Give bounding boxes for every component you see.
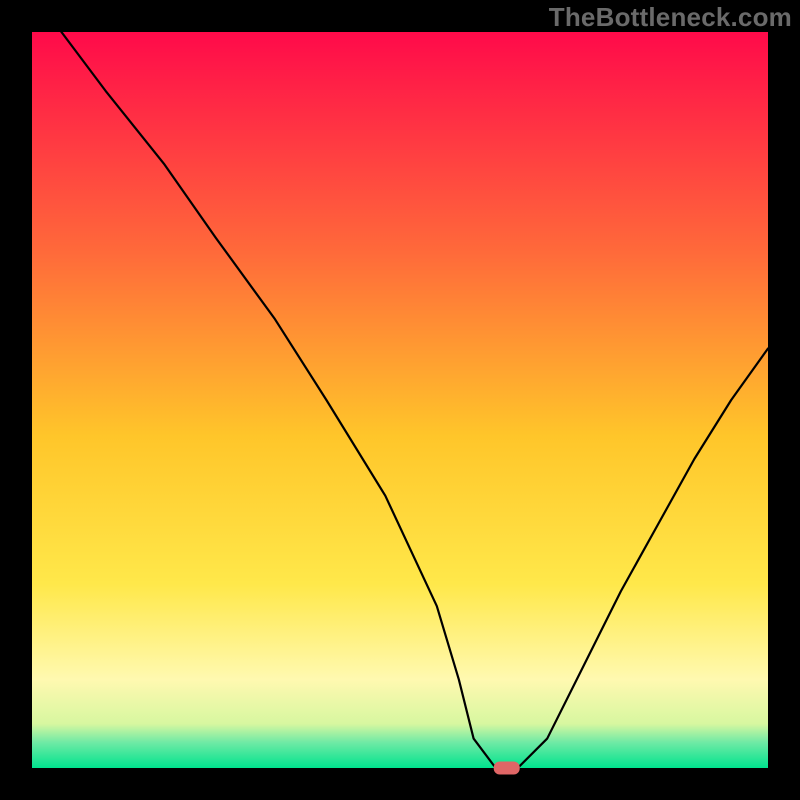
plot-background	[32, 32, 768, 768]
bottleneck-chart: TheBottleneck.com	[0, 0, 800, 800]
frame-bottom	[0, 768, 800, 800]
frame-left	[0, 0, 32, 800]
optimum-marker	[494, 762, 520, 775]
chart-svg	[0, 0, 800, 800]
watermark-label: TheBottleneck.com	[549, 2, 792, 33]
frame-right	[768, 0, 800, 800]
